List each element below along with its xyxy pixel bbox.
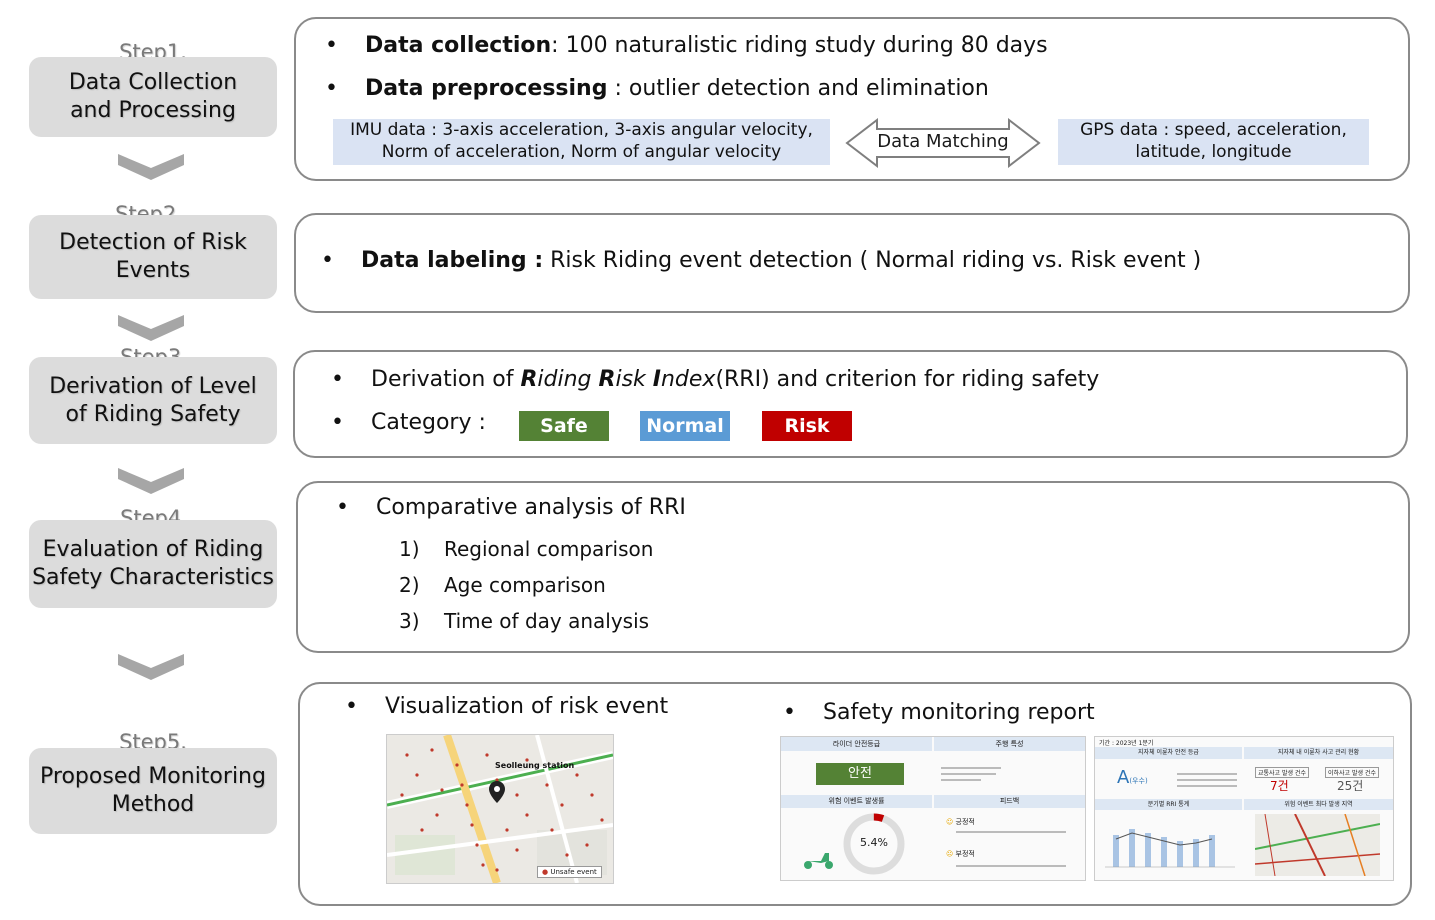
report1-header-driving: 주행 특성 <box>934 737 1085 751</box>
rri-r2: R <box>598 367 616 392</box>
bullet-data-collection: • Data collection: 100 naturalistic ridin… <box>325 33 1048 58</box>
safety-report-1: 라이더 안전등급 주행 특성 안전 위험 이벤트 발생률 피드백 5.4% ☺ … <box>780 736 1086 881</box>
report1-header-grade: 라이더 안전등급 <box>781 737 932 751</box>
category-risk-badge: Risk <box>762 411 852 441</box>
visualization-text: Visualization of risk event <box>385 694 669 719</box>
map-graphic <box>387 735 613 883</box>
bullet-data-preprocessing-text: : outlier detection and elimination <box>607 76 989 101</box>
report2-count1-value: 7건 <box>1270 779 1289 793</box>
bullet-visualization: • Visualization of risk event <box>345 694 669 719</box>
bullet-data-labeling-bold: Data labeling : <box>361 248 544 273</box>
rri-r1: R <box>520 367 538 392</box>
bullet-data-collection-bold: Data collection <box>365 33 552 58</box>
rri-i-rest: ndex <box>660 367 716 392</box>
report2-period: 기간 : 2023년 1분기 <box>1099 740 1154 747</box>
bullet-data-labeling: • Data labeling : Risk Riding event detec… <box>321 248 1202 273</box>
report1-fb1-text <box>956 831 1066 833</box>
legend-dot-icon: ● <box>542 868 549 876</box>
category-safe-badge: Safe <box>519 411 609 441</box>
report1-grade-badge: 안전 <box>816 763 904 785</box>
hotspot-map <box>1255 814 1380 876</box>
gps-data-box: GPS data : speed, acceleration, latitude… <box>1058 119 1369 165</box>
bullet-monitoring-report: • Safety monitoring report <box>783 700 1095 725</box>
report1-header-risk-rate: 위험 이벤트 발생률 <box>781 795 932 808</box>
report1-driving-stats <box>941 763 1081 793</box>
smile-icon: ☺ <box>946 818 954 826</box>
report1-fb1-label: 긍정적 <box>955 818 975 826</box>
report2-grade: A(우수) <box>1117 767 1148 788</box>
step5-box: Proposed Monitoring Method <box>29 748 277 834</box>
rri-r2-rest: isk <box>615 367 653 392</box>
gps-data-line1: GPS data : speed, acceleration, <box>1080 120 1347 140</box>
step3-box: Derivation of Level of Riding Safety <box>29 357 277 444</box>
rri-pre: Derivation of <box>371 367 521 392</box>
report1-header-feedback: 피드백 <box>934 795 1085 808</box>
report1-percent: 5.4% <box>860 836 888 849</box>
list-item-text: Regional comparison <box>444 537 654 561</box>
monitoring-report-text: Safety monitoring report <box>823 700 1095 725</box>
step2-box: Detection of Risk Events <box>29 215 277 299</box>
rri-i: I <box>652 367 661 392</box>
bullet-data-preprocessing-bold: Data preprocessing <box>365 76 608 101</box>
chevron-down-icon <box>118 154 184 180</box>
report2-header-accidents: 지자체 내 이륜차 사고 관리 현황 <box>1244 747 1393 759</box>
step2-title-line1: Detection of Risk <box>59 230 247 255</box>
step4-title-line1: Evaluation of Riding <box>42 537 264 562</box>
report1-feedback-positive: ☺ 긍정적 <box>946 817 975 827</box>
bullet-data-labeling-text: Risk Riding event detection ( Normal rid… <box>543 248 1202 273</box>
imu-data-box: IMU data : 3-axis acceleration, 3-axis a… <box>333 119 830 165</box>
step1-title-line1: Data Collection <box>68 70 238 95</box>
comparative-analysis-text: Comparative analysis of RRI <box>376 495 686 520</box>
report1-fb2-text <box>956 865 1066 867</box>
data-matching-label: Data Matching <box>877 131 1009 152</box>
bullet-data-preprocessing: • Data preprocessing : outlier detection … <box>325 76 989 101</box>
chevron-down-icon <box>118 654 184 680</box>
list-item-num: 1) <box>399 537 420 561</box>
frown-icon: ☹ <box>946 850 954 858</box>
safety-report-2: 기간 : 2023년 1분기 지자체 이륜차 안전 등급 지자체 내 이륜차 사… <box>1094 736 1394 881</box>
report2-header-grade: 지자체 이륜차 안전 등급 <box>1095 747 1242 759</box>
quarterly-rri-chart <box>1105 829 1235 868</box>
step4-title-line2: Safety Characteristics <box>32 565 274 590</box>
report2-grade-stats <box>1177 769 1237 791</box>
report2-grade-sub: (우수) <box>1129 777 1148 785</box>
step1-box: Data Collection and Processing <box>29 57 277 137</box>
scooter-icon <box>804 853 833 869</box>
map-legend-label: Unsafe event <box>550 868 597 876</box>
step5-title-line2: Method <box>111 792 195 817</box>
step4-box: Evaluation of Riding Safety Characteristi… <box>29 520 277 608</box>
map-station-label: Seolleung station <box>495 761 575 770</box>
list-item-text: Age comparison <box>444 573 606 597</box>
category-normal-badge: Normal <box>640 411 730 441</box>
rri-r1-rest: iding <box>537 367 599 392</box>
risk-event-map: Seolleung station ● Unsafe event <box>386 734 614 884</box>
report2-grade-letter: A <box>1117 767 1130 788</box>
report2-header-rri: 분기별 RRI 통계 <box>1095 799 1242 810</box>
step5-title-line1: Proposed Monitoring <box>40 764 266 789</box>
chevron-down-icon <box>118 468 184 494</box>
chevron-down-icon <box>118 315 184 341</box>
bullet-category: • Category : <box>331 410 486 435</box>
map-legend: ● Unsafe event <box>537 866 602 878</box>
list-item-text: Time of day analysis <box>444 609 650 633</box>
report1-fb2-label: 부정적 <box>955 850 975 858</box>
report2-header-hotspot: 위험 이벤트 최다 발생 지역 <box>1244 799 1393 810</box>
step2-title-line2: Events <box>115 258 191 283</box>
imu-data-line2: Norm of acceleration, Norm of angular ve… <box>381 142 782 162</box>
bullet-data-collection-text: : 100 naturalistic riding study during 8… <box>551 33 1048 58</box>
step1-title-line2: and Processing <box>70 98 236 123</box>
step3-title-line2: of Riding Safety <box>65 401 241 427</box>
list-item-num: 2) <box>399 573 420 597</box>
step3-title-line1: Derivation of Level <box>49 373 257 399</box>
bullet-comparative-analysis: • Comparative analysis of RRI <box>336 495 686 520</box>
list-item-num: 3) <box>399 609 420 633</box>
gps-data-line2: latitude, longitude <box>1135 142 1292 162</box>
rri-post: (RRI) and criterion for riding safety <box>715 367 1100 392</box>
bullet-rri-derivation: • Derivation of Riding Risk Index(RRI) an… <box>331 367 1100 392</box>
imu-data-line1: IMU data : 3-axis acceleration, 3-axis a… <box>350 120 813 140</box>
category-label: Category : <box>371 410 486 435</box>
report1-feedback-negative: ☹ 부정적 <box>946 849 975 859</box>
report2-count2-value: 25건 <box>1337 779 1364 793</box>
